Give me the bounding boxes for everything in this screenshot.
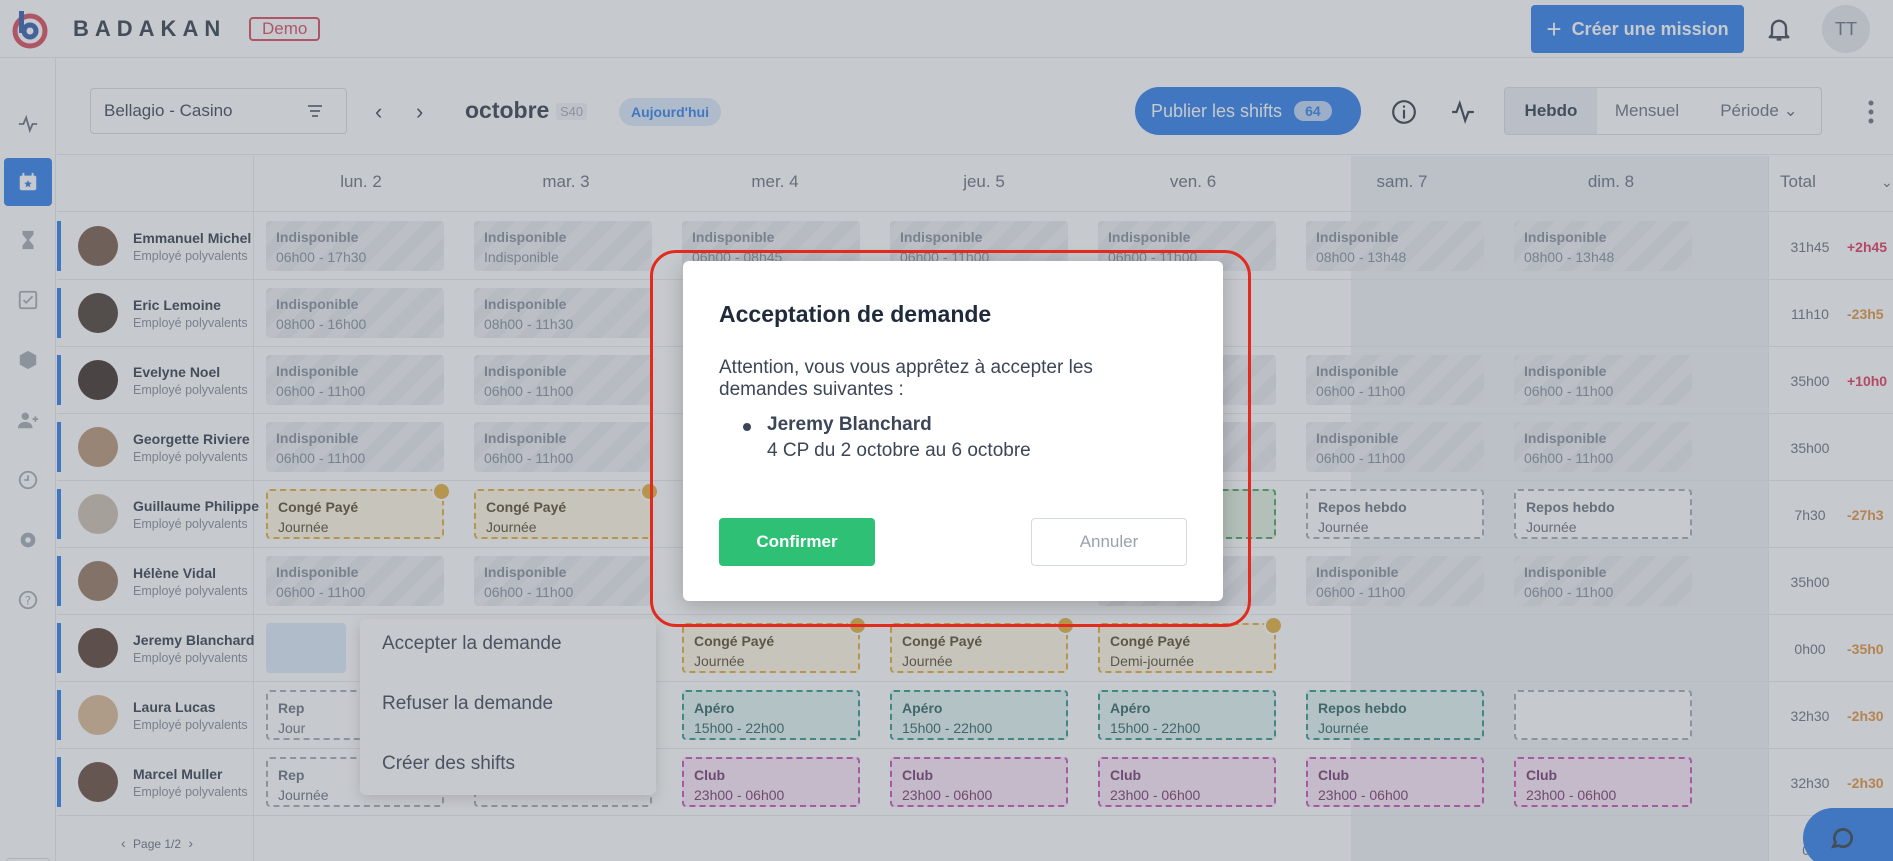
app: BADAKAN Demo + Créer une mission TT ? Be… [0, 0, 1893, 861]
accept-request-dialog: Acceptation de demande Attention, vous v… [683, 261, 1223, 601]
cancel-button[interactable]: Annuler [1031, 518, 1187, 566]
dialog-message: Attention, vous vous apprêtez à accepter… [719, 357, 1093, 400]
dialog-title: Acceptation de demande [719, 301, 992, 327]
confirm-button[interactable]: Confirmer [719, 518, 875, 566]
request-employee-name: Jeremy Blanchard [767, 414, 932, 435]
bullet-icon [743, 423, 751, 431]
request-detail: 4 CP du 2 octobre au 6 octobre [767, 440, 1031, 461]
